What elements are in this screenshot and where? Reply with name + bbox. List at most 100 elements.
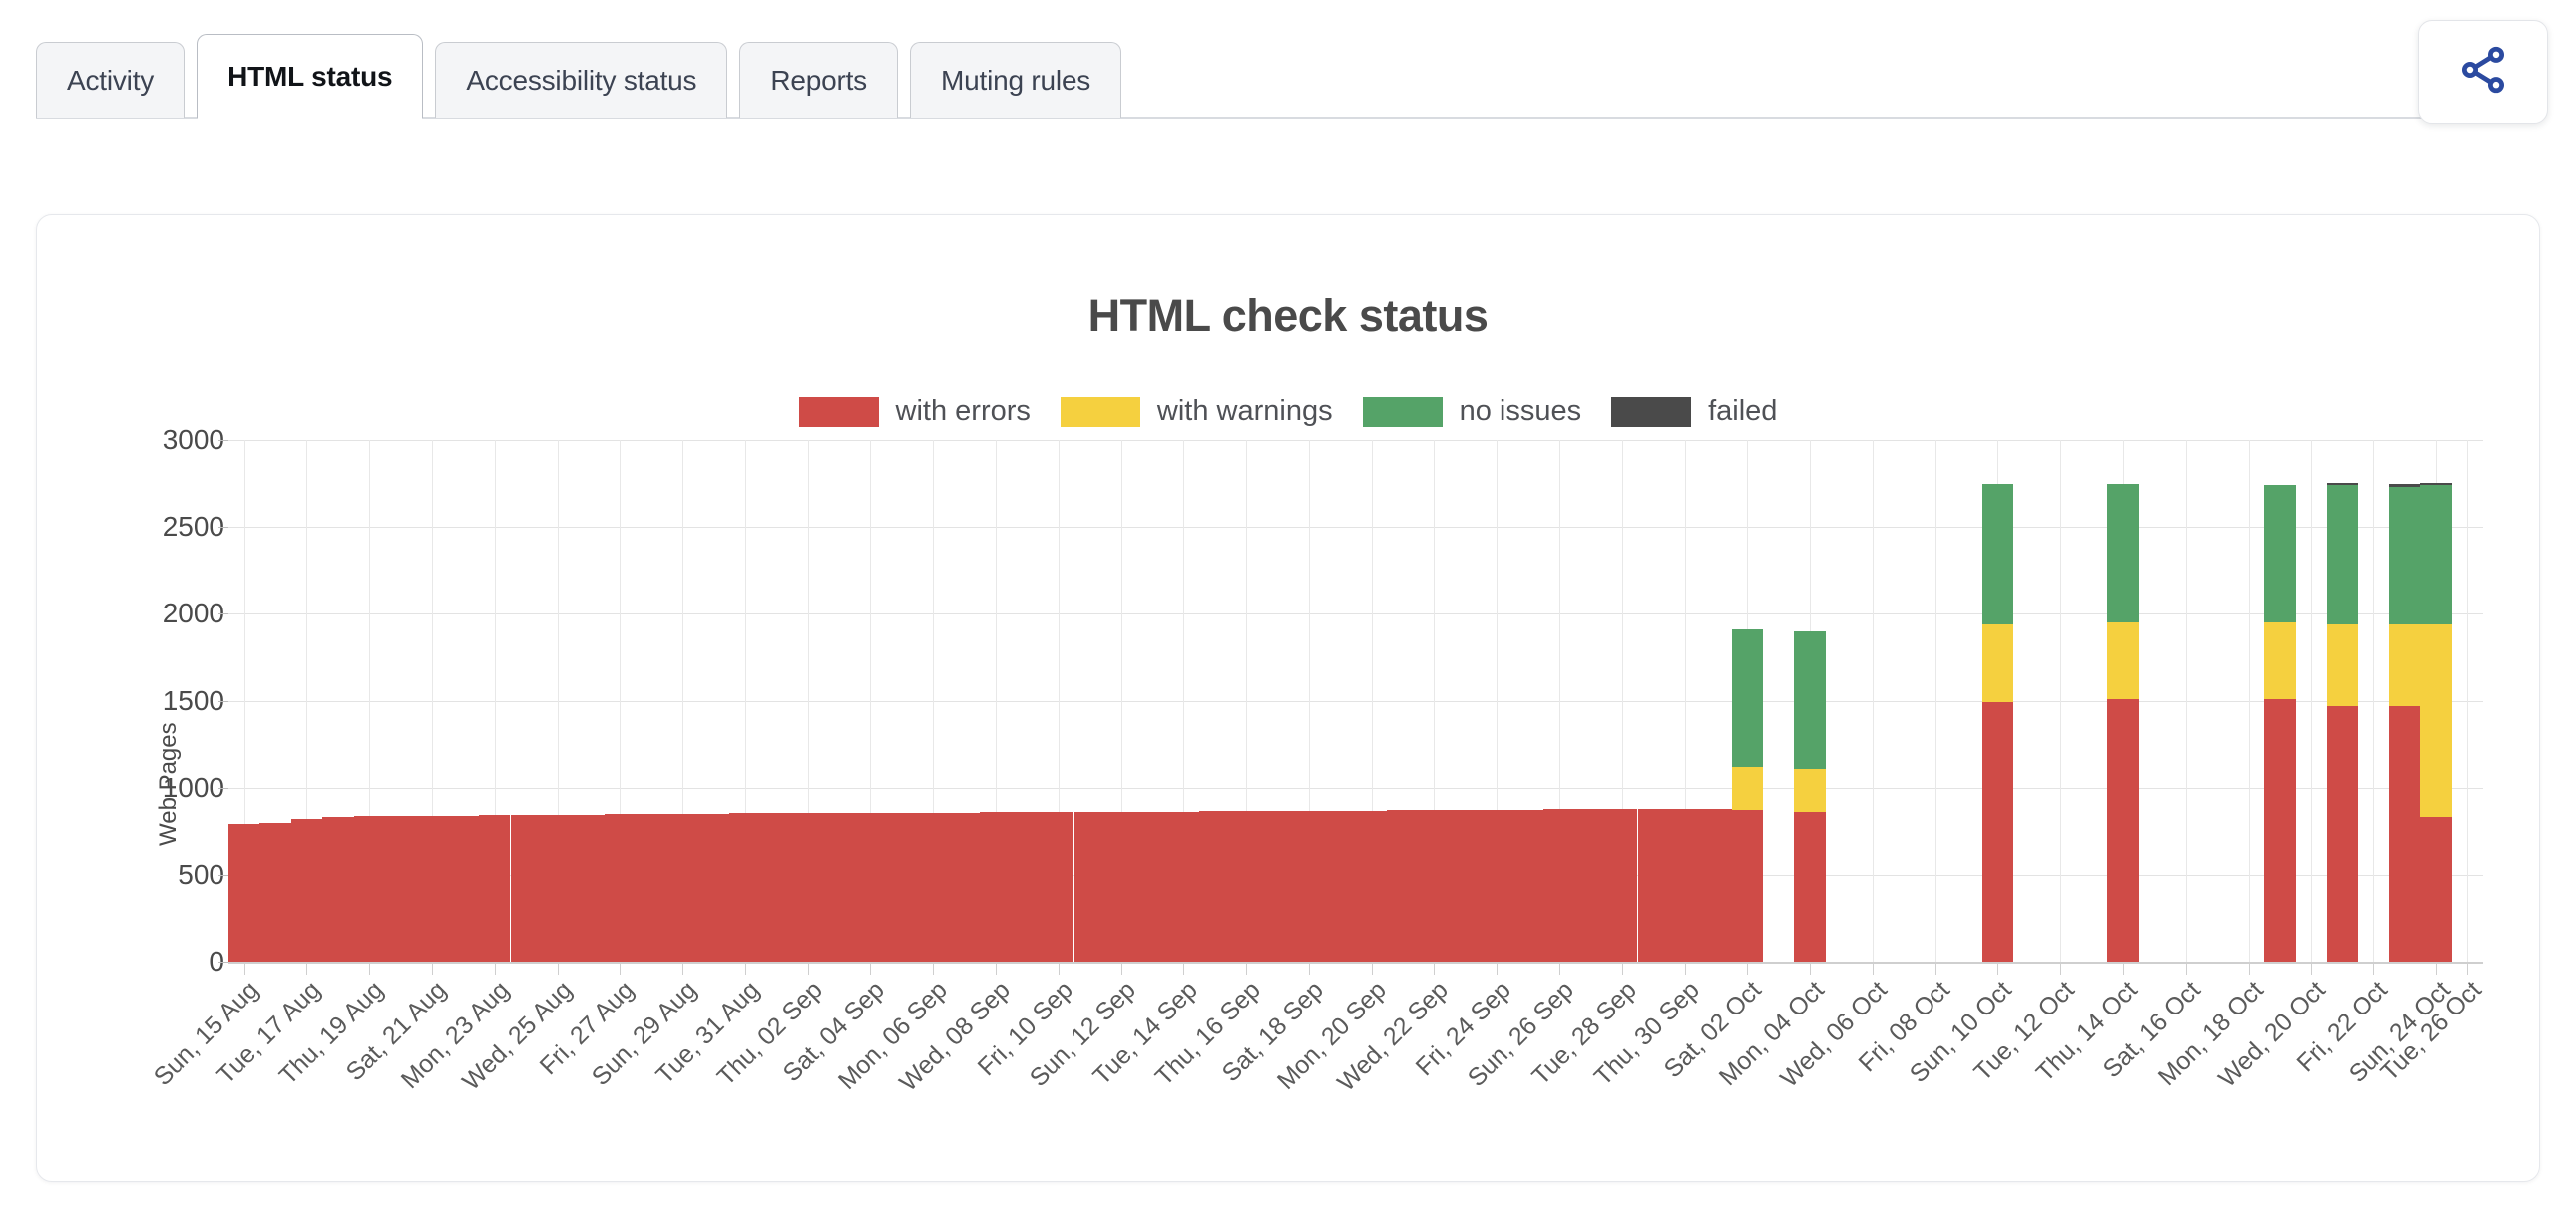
bar-column[interactable] [729,813,761,962]
bar-segment-with-errors [697,813,730,962]
x-tick-mark [1120,964,1122,975]
share-button[interactable] [2418,20,2548,124]
bar-column[interactable] [1981,483,2014,962]
bar-column[interactable] [1511,809,1544,962]
x-axis-line [228,962,2483,964]
bar-segment-with-errors [1606,809,1638,962]
bar-segment-with-errors [1450,809,1482,962]
x-tick-mark [1559,964,1561,975]
bar-segment-with-errors [1481,809,1512,962]
bar-column[interactable] [1230,811,1262,962]
bar-column[interactable] [1450,809,1482,962]
bar-column[interactable] [604,814,637,962]
bar-column[interactable] [2107,483,2139,962]
bar-column[interactable] [917,812,949,962]
bar-column[interactable] [290,819,323,962]
bar-segment-failed [2388,484,2421,488]
bar-segment-with-errors [228,824,260,962]
bar-column[interactable] [1668,808,1701,962]
html-status-chart-card: HTML check status with errors with warnin… [36,214,2540,1182]
x-tick-mark [2248,964,2250,975]
bar-column[interactable] [980,812,1012,962]
bar-column[interactable] [322,817,354,962]
bar-column[interactable] [1637,808,1669,962]
bar-segment-with-errors [729,813,761,962]
bar-segment-with-errors [2264,698,2296,962]
bar-column[interactable] [259,822,291,962]
bar-column[interactable] [1574,809,1607,962]
bar-segment-no-issues [1981,483,2014,624]
x-tick-mark [2373,964,2375,975]
bar-column[interactable] [636,814,667,962]
x-tick-mark [1246,964,1248,975]
tab-activity[interactable]: Activity [36,42,186,118]
bar-column[interactable] [948,812,981,962]
bar-column[interactable] [1543,809,1575,962]
x-tick-mark [620,964,622,975]
bar-segment-no-issues [2327,485,2359,624]
tab-label: Muting rules [941,64,1091,96]
bar-column[interactable] [1167,811,1200,962]
bar-column[interactable] [573,814,605,962]
bar-column[interactable] [228,824,260,962]
tab-reports[interactable]: Reports [739,42,898,118]
bar-column[interactable] [1794,630,1826,962]
tab-html-status[interactable]: HTML status [197,34,424,121]
x-tick-mark [557,964,559,975]
bar-segment-with-errors [1011,812,1044,962]
x-tick-mark [1621,964,1623,975]
y-tick-mark [218,613,228,615]
x-tick-mark [744,964,746,975]
y-tick-label: 1000 [162,771,224,803]
bar-column[interactable] [2264,485,2296,962]
tab-accessibility-status[interactable]: Accessibility status [435,42,728,118]
x-tick-mark [1371,964,1373,975]
bar-column[interactable] [510,815,542,962]
x-tick-mark [1810,964,1812,975]
bar-column[interactable] [1606,809,1638,962]
bar-column[interactable] [792,813,824,962]
bar-segment-with-errors [1511,809,1544,962]
bar-column[interactable] [1356,810,1388,962]
bar-column[interactable] [697,813,730,962]
bar-column[interactable] [416,815,448,962]
bar-segment-with-errors [2107,698,2139,962]
bar-segment-with-errors [259,822,291,962]
bar-column[interactable] [1073,812,1105,962]
bar-column[interactable] [886,812,918,962]
x-tick-mark [933,964,935,975]
bar-column[interactable] [1011,812,1044,962]
bar-column[interactable] [1387,810,1419,962]
bar-column[interactable] [1481,809,1512,962]
bar-column[interactable] [2327,482,2359,962]
bar-column[interactable] [1136,811,1168,962]
bar-column[interactable] [1261,811,1294,962]
bar-column[interactable] [384,815,417,962]
x-tick-mark [243,964,245,975]
bar-segment-with-warnings [2420,623,2452,818]
bar-segment-with-errors [322,817,354,962]
bar-column[interactable] [541,814,574,962]
bar-column[interactable] [447,815,480,962]
bar-column[interactable] [1418,810,1451,962]
bar-column[interactable] [479,815,511,962]
bar-column[interactable] [760,813,792,962]
bar-column[interactable] [1700,808,1732,962]
bar-column[interactable] [1104,811,1137,962]
bar-column[interactable] [1293,810,1325,962]
bar-column[interactable] [666,813,698,962]
tab-muting-rules[interactable]: Muting rules [910,42,1122,118]
bar-column[interactable] [1199,811,1231,962]
bar-column[interactable] [1731,629,1764,962]
bar-column[interactable] [353,816,385,962]
bar-column[interactable] [2388,484,2421,962]
bar-column[interactable] [854,812,887,962]
bar-column[interactable] [1043,812,1074,962]
bar-column[interactable] [1324,810,1356,962]
bar-column[interactable] [2420,482,2452,962]
bar-segment-with-errors [1543,809,1575,962]
bar-segment-with-errors [1356,810,1388,962]
x-tick-mark [306,964,308,975]
bar-segment-with-warnings [2388,623,2421,706]
bar-column[interactable] [823,813,855,962]
